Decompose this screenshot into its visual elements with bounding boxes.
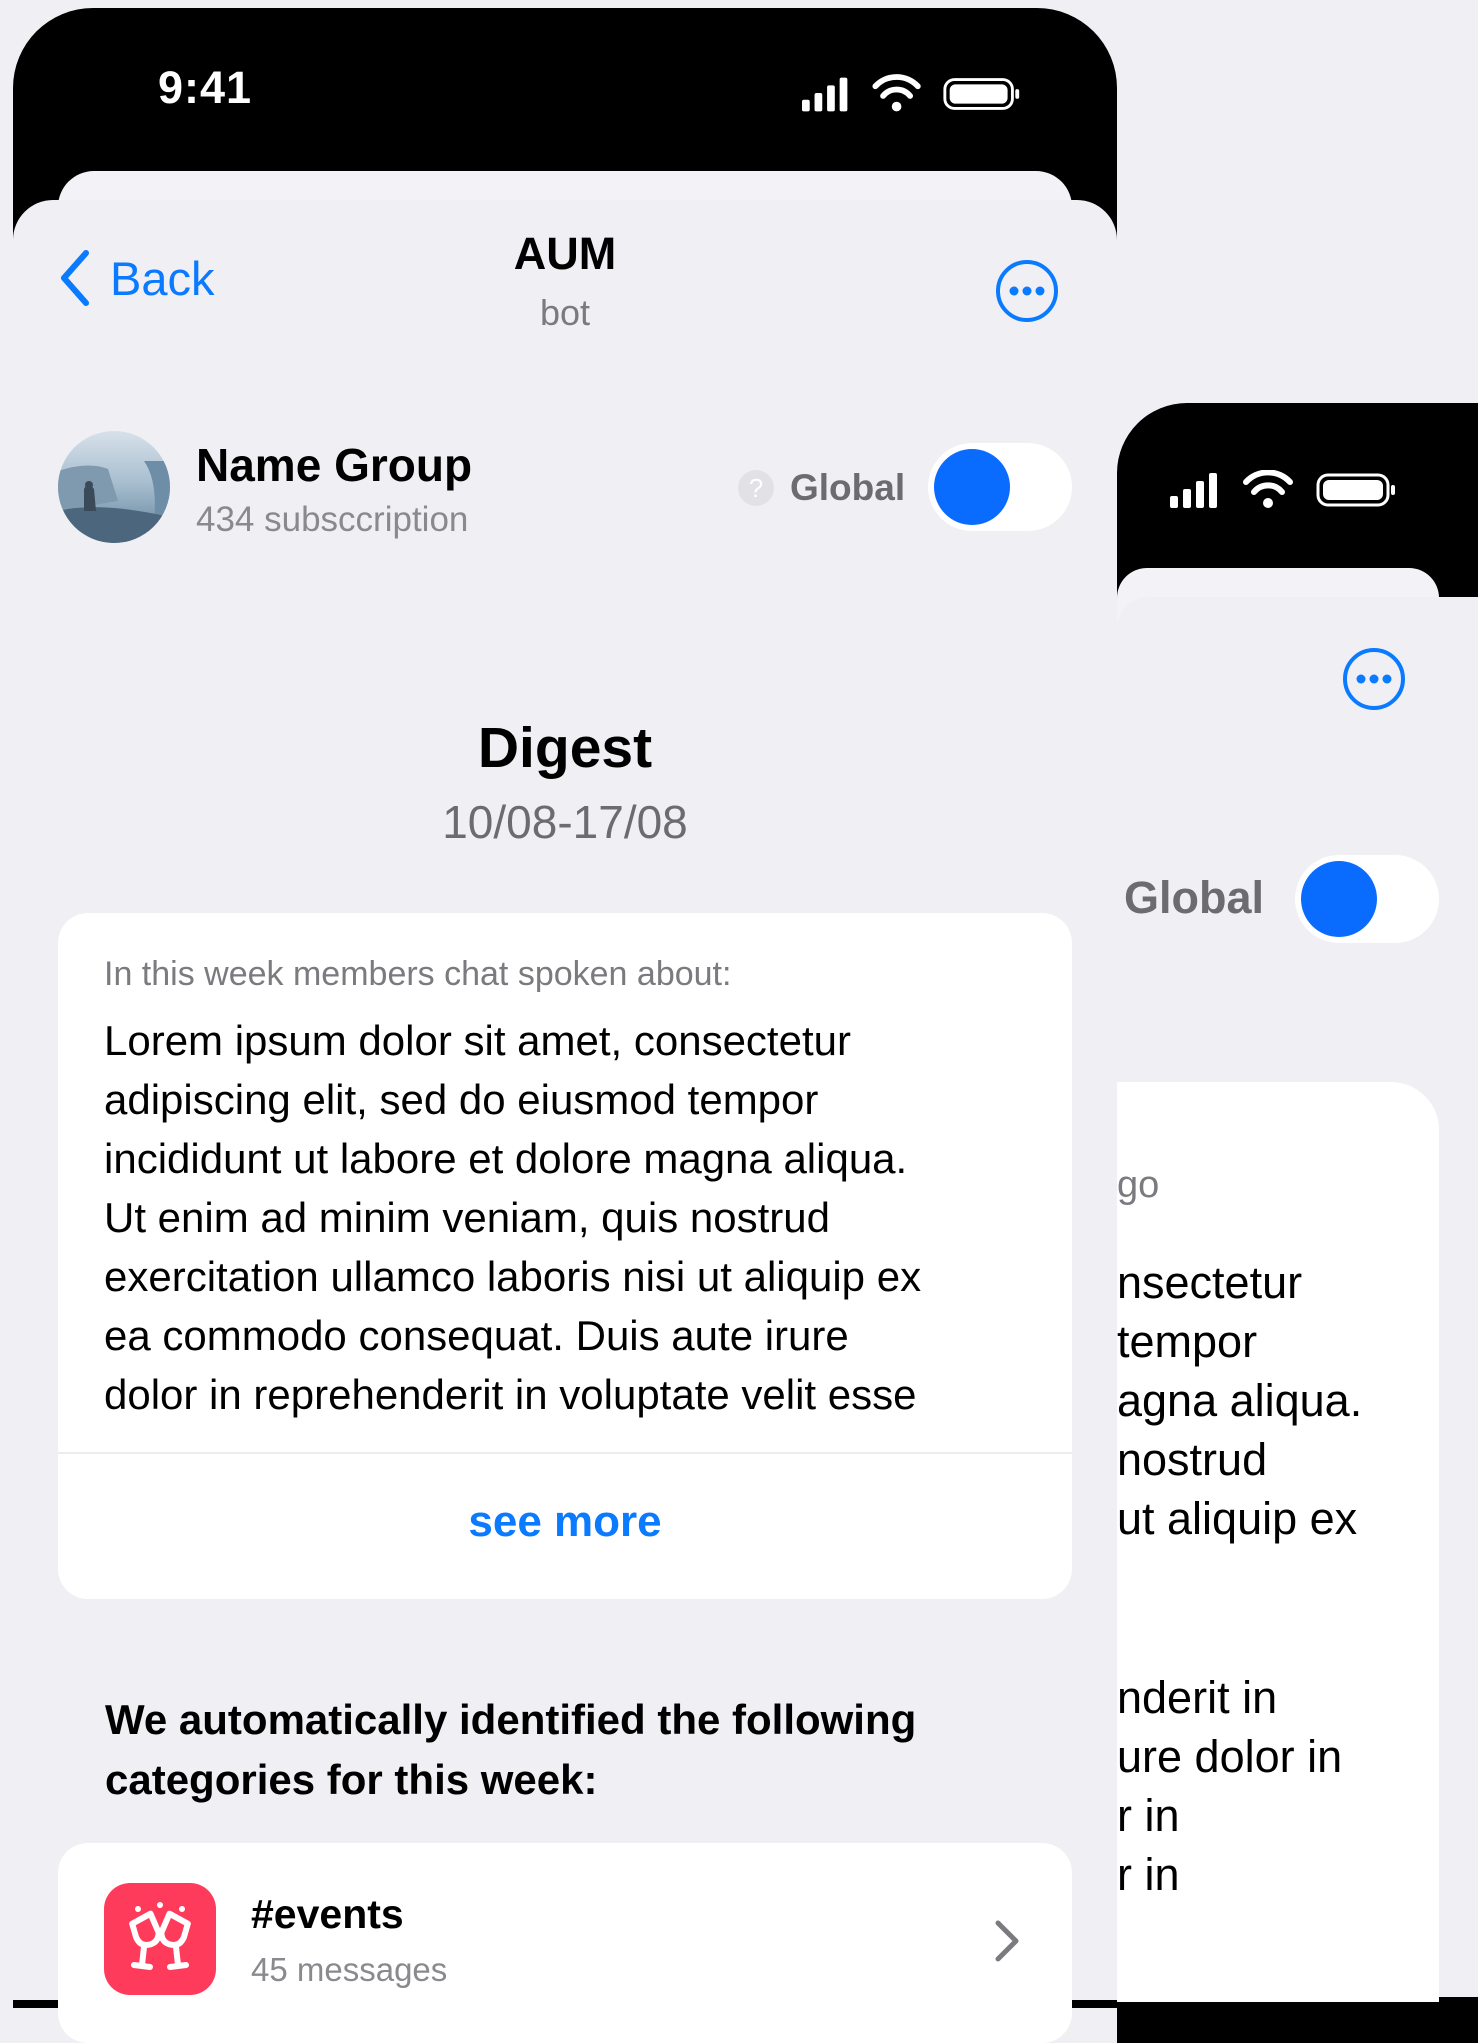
summary-line: incididunt ut labore et dolore magna ali… bbox=[104, 1135, 908, 1182]
divider bbox=[58, 1452, 1072, 1454]
background-text-fragment: ure dolor in bbox=[1117, 1731, 1343, 1782]
digest-caption: In this week members chat spoken about: bbox=[104, 955, 732, 993]
background-toggle-knob bbox=[1301, 861, 1377, 937]
background-caption-fragment: go bbox=[1117, 1164, 1160, 1206]
help-icon[interactable]: ? bbox=[738, 470, 774, 506]
categories-heading-line: We automatically identified the followin… bbox=[105, 1696, 917, 1743]
status-icons bbox=[802, 74, 1020, 112]
chevron-right-icon bbox=[995, 1920, 1019, 1962]
digest-summary: Lorem ipsum dolor sit amet, consectetur … bbox=[104, 1011, 1054, 1424]
wifi-icon bbox=[872, 74, 921, 112]
category-name: #events bbox=[251, 1891, 404, 1937]
background-text-fragment: agna aliqua. bbox=[1117, 1375, 1363, 1426]
background-global-label: Global bbox=[1124, 872, 1265, 923]
categories-heading: We automatically identified the followin… bbox=[105, 1690, 1065, 1810]
global-toggle[interactable] bbox=[928, 443, 1072, 531]
category-message-count: 45 messages bbox=[251, 1951, 448, 1988]
category-item-events[interactable]: #events 45 messages bbox=[58, 1843, 1072, 2043]
category-icon-container bbox=[104, 1883, 216, 1995]
page-title: AUM bbox=[513, 228, 617, 279]
background-text-fragment: nostrud bbox=[1117, 1434, 1268, 1485]
digest-card: In this week members chat spoken about: … bbox=[58, 913, 1072, 1599]
background-text-fragment: nderit in bbox=[1117, 1672, 1278, 1723]
background-text-fragment: r in bbox=[1117, 1849, 1180, 1900]
background-text-fragment: r in bbox=[1117, 1790, 1180, 1841]
toggle-knob bbox=[934, 449, 1010, 525]
battery-icon bbox=[943, 78, 1020, 110]
background-text-fragment: nsectetur bbox=[1117, 1257, 1303, 1308]
digest-date-range: 10/08-17/08 bbox=[442, 796, 688, 848]
subscription-count: 434 subsccription bbox=[196, 500, 469, 539]
global-label: Global bbox=[790, 467, 906, 508]
group-name: Name Group bbox=[196, 439, 473, 491]
digest-title: Digest bbox=[477, 716, 653, 780]
avatar[interactable] bbox=[58, 431, 170, 543]
summary-line: dolor in reprehenderit in voluptate veli… bbox=[104, 1371, 917, 1418]
toast-icon bbox=[129, 1902, 191, 1970]
background-more-icon[interactable] bbox=[1341, 646, 1407, 712]
more-options-icon[interactable] bbox=[994, 258, 1060, 324]
background-text-fragment: ut aliquip ex bbox=[1117, 1493, 1358, 1544]
summary-line: ea commodo consequat. Duis aute irure bbox=[104, 1312, 849, 1359]
summary-line: exercitation ullamco laboris nisi ut ali… bbox=[104, 1253, 922, 1300]
summary-line: Ut enim ad minim veniam, quis nostrud bbox=[104, 1194, 830, 1241]
status-time: 9:41 bbox=[158, 62, 253, 113]
summary-line: Lorem ipsum dolor sit amet, consectetur bbox=[104, 1017, 851, 1064]
summary-line: adipiscing elit, sed do eiusmod tempor bbox=[104, 1076, 819, 1123]
page-subtitle: bot bbox=[539, 292, 591, 333]
categories-heading-line: categories for this week: bbox=[105, 1756, 598, 1803]
background-status-icons bbox=[1170, 470, 1395, 508]
background-text-fragment: tempor bbox=[1117, 1316, 1258, 1367]
background-global-toggle[interactable] bbox=[1295, 855, 1439, 943]
see-more-button[interactable]: see more bbox=[58, 1497, 1072, 1547]
signal-icon bbox=[802, 99, 810, 112]
